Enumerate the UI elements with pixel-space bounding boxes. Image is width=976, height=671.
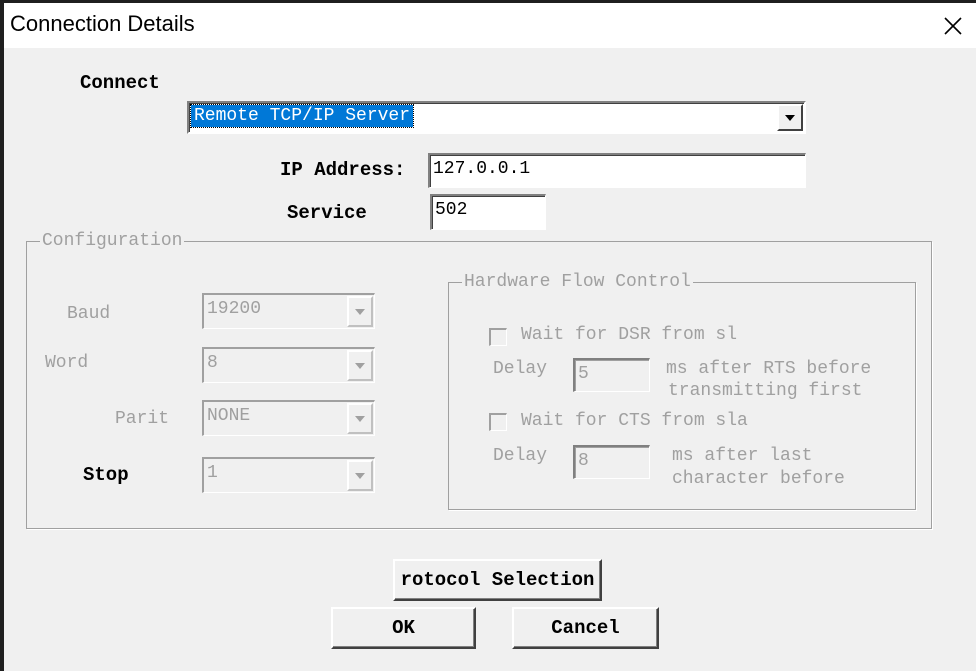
wait-cts-checkbox xyxy=(489,413,507,431)
wait-cts-label: Wait for CTS from sla xyxy=(521,411,748,431)
parity-select: NONE xyxy=(202,400,375,436)
window-title: Connection Details xyxy=(10,11,195,36)
close-button[interactable] xyxy=(930,3,976,48)
word-label: Word xyxy=(45,353,89,373)
delay2-input: 8 xyxy=(573,445,650,479)
hardware-flow-title: Hardware Flow Control xyxy=(462,272,693,292)
stop-value: 1 xyxy=(207,463,218,483)
baud-dropdown-button xyxy=(347,296,373,327)
delay1-label: Delay xyxy=(493,359,548,379)
ok-label: OK xyxy=(392,617,415,639)
chevron-down-icon xyxy=(785,114,795,121)
wait-dsr-checkbox xyxy=(489,328,507,346)
protocol-selection-label: rotocol Selection xyxy=(400,569,595,591)
chevron-down-icon xyxy=(355,415,365,422)
ok-button[interactable]: OK xyxy=(331,607,476,649)
parity-label: Parit xyxy=(115,409,170,429)
connect-type-value: Remote TCP/IP Server xyxy=(189,104,415,128)
cancel-label: Cancel xyxy=(551,617,620,639)
stop-select: 1 xyxy=(202,457,375,493)
connect-label: Connect xyxy=(80,72,160,94)
delay2-note-line1: ms after last xyxy=(672,446,813,466)
word-select: 8 xyxy=(202,347,375,383)
delay1-note-line1: ms after RTS before xyxy=(666,359,872,379)
ip-address-label: IP Address: xyxy=(280,159,406,181)
stop-label: Stop xyxy=(83,464,129,486)
configuration-title: Configuration xyxy=(40,231,185,251)
parity-dropdown-button xyxy=(347,403,373,434)
delay2-label: Delay xyxy=(493,446,548,466)
baud-select: 19200 xyxy=(202,293,375,329)
connection-details-dialog: Connection Details Connect Remote TCP/IP… xyxy=(4,3,976,671)
close-icon xyxy=(944,16,962,35)
protocol-selection-button[interactable]: rotocol Selection xyxy=(393,559,602,601)
delay2-note-line2: character before xyxy=(672,469,845,489)
chevron-down-icon xyxy=(355,472,365,479)
chevron-down-icon xyxy=(355,362,365,369)
cancel-button[interactable]: Cancel xyxy=(512,607,659,649)
baud-label: Baud xyxy=(67,304,111,324)
delay1-note-line2: transmitting first xyxy=(668,381,863,401)
connect-type-select[interactable]: Remote TCP/IP Server xyxy=(187,101,806,134)
title-bar: Connection Details xyxy=(4,3,976,48)
stop-dropdown-button xyxy=(347,460,373,491)
baud-value: 19200 xyxy=(207,299,262,319)
delay1-input: 5 xyxy=(573,358,650,392)
service-label: Service xyxy=(287,202,367,224)
parity-value: NONE xyxy=(207,406,251,426)
chevron-down-icon xyxy=(355,308,365,315)
ip-address-input[interactable]: 127.0.0.1 xyxy=(428,153,806,188)
service-input[interactable]: 502 xyxy=(430,194,546,230)
word-dropdown-button xyxy=(347,350,373,381)
wait-dsr-label: Wait for DSR from sl xyxy=(521,325,738,345)
connect-type-dropdown-button[interactable] xyxy=(777,104,803,131)
word-value: 8 xyxy=(207,353,218,373)
